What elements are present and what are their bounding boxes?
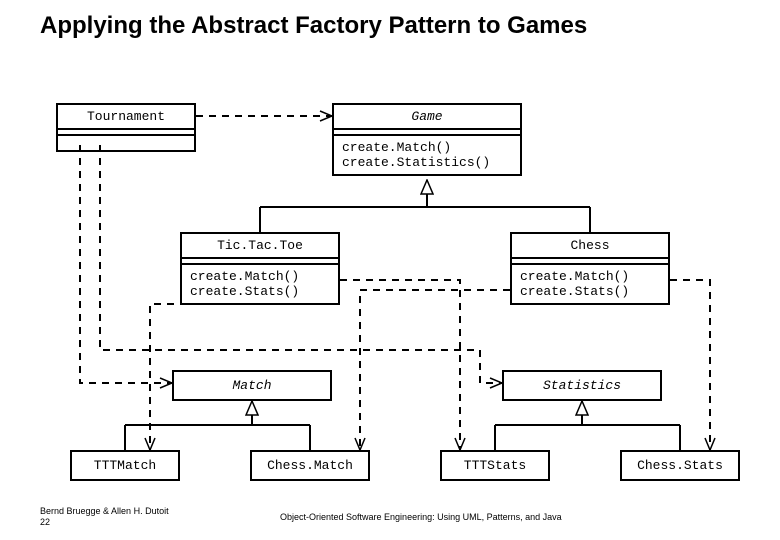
- class-chess-ops: create.Match() create.Stats(): [512, 265, 668, 303]
- class-game: Game create.Match() create.Statistics(): [332, 103, 522, 176]
- footer-credits: Bernd Bruegge & Allen H. Dutoit 22: [40, 506, 169, 528]
- footer-page: 22: [40, 517, 50, 527]
- class-tttstats: TTTStats: [440, 450, 550, 481]
- class-game-ops: create.Match() create.Statistics(): [334, 136, 520, 174]
- page-title: Applying the Abstract Factory Pattern to…: [40, 12, 587, 40]
- class-chessmatch: Chess.Match: [250, 450, 370, 481]
- class-tournament: Tournament: [56, 103, 196, 152]
- class-tictactoe-name: Tic.Tac.Toe: [182, 234, 338, 259]
- class-game-name: Game: [334, 105, 520, 130]
- class-chessstats: Chess.Stats: [620, 450, 740, 481]
- class-chess-name: Chess: [512, 234, 668, 259]
- class-tictactoe: Tic.Tac.Toe create.Match() create.Stats(…: [180, 232, 340, 305]
- class-tictactoe-ops: create.Match() create.Stats(): [182, 265, 338, 303]
- class-tournament-name: Tournament: [58, 105, 194, 130]
- class-tournament-ops: [58, 136, 194, 150]
- class-statistics: Statistics: [502, 370, 662, 401]
- class-match: Match: [172, 370, 332, 401]
- footer-book: Object-Oriented Software Engineering: Us…: [280, 512, 562, 522]
- class-chess: Chess create.Match() create.Stats(): [510, 232, 670, 305]
- footer-author: Bernd Bruegge & Allen H. Dutoit: [40, 506, 169, 516]
- class-tttmatch: TTTMatch: [70, 450, 180, 481]
